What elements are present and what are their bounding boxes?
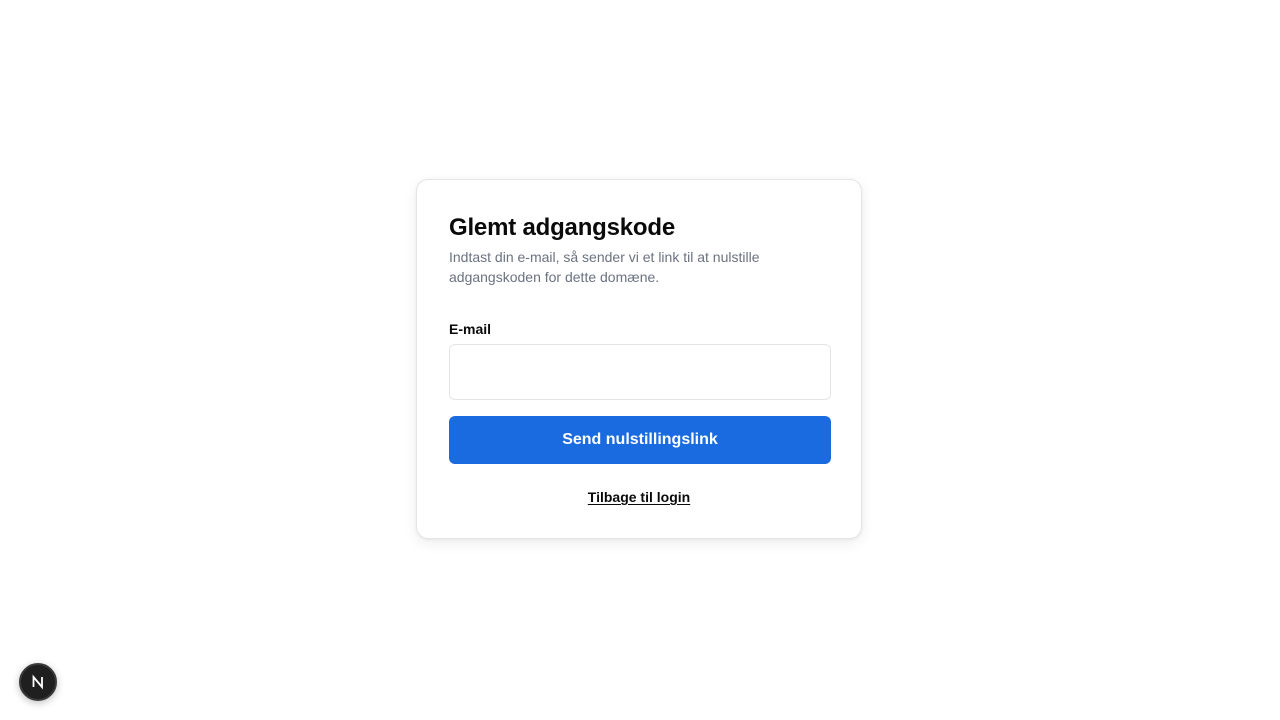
email-field[interactable] [449,344,831,400]
email-label: E-mail [449,321,492,337]
forgot-password-card: Glemt adgangskode Indtast din e-mail, så… [416,179,862,539]
page-subtitle: Indtast din e-mail, så sender vi et link… [449,249,760,285]
page: Glemt adgangskode Indtast din e-mail, så… [0,0,1280,720]
back-to-login-link[interactable]: Tilbage til login [588,489,690,505]
back-link-container: Tilbage til login [449,489,829,507]
nextjs-dev-tools-button[interactable] [19,663,57,701]
nextjs-logo-icon [30,674,46,690]
send-reset-link-button[interactable]: Send nulstillingslink [449,416,831,464]
page-title: Glemt adgangskode [449,214,675,241]
